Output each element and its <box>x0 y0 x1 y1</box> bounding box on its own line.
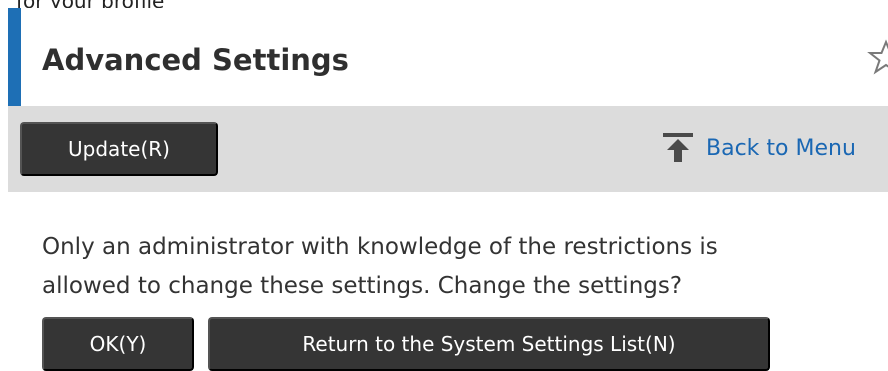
back-to-top-icon <box>663 133 693 162</box>
confirmation-message: Only an administrator with knowledge of … <box>42 228 888 306</box>
return-to-system-settings-list-button[interactable]: Return to the System Settings List(N) <box>208 317 770 371</box>
top-cut-text: for your profile <box>16 0 164 8</box>
message-line-1: Only an administrator with knowledge of … <box>42 234 718 260</box>
back-to-menu-label: Back to Menu <box>706 135 856 161</box>
star-outline-icon[interactable] <box>866 38 888 78</box>
top-cropped-text-strip: for your profile <box>0 0 888 8</box>
title-accent-bar <box>8 8 21 106</box>
page-title: Advanced Settings <box>42 43 349 77</box>
update-button[interactable]: Update(R) <box>20 122 218 176</box>
ok-button[interactable]: OK(Y) <box>42 317 194 371</box>
message-line-2: allowed to change these settings. Change… <box>42 273 683 299</box>
back-to-menu-link[interactable]: Back to Menu <box>660 130 856 166</box>
